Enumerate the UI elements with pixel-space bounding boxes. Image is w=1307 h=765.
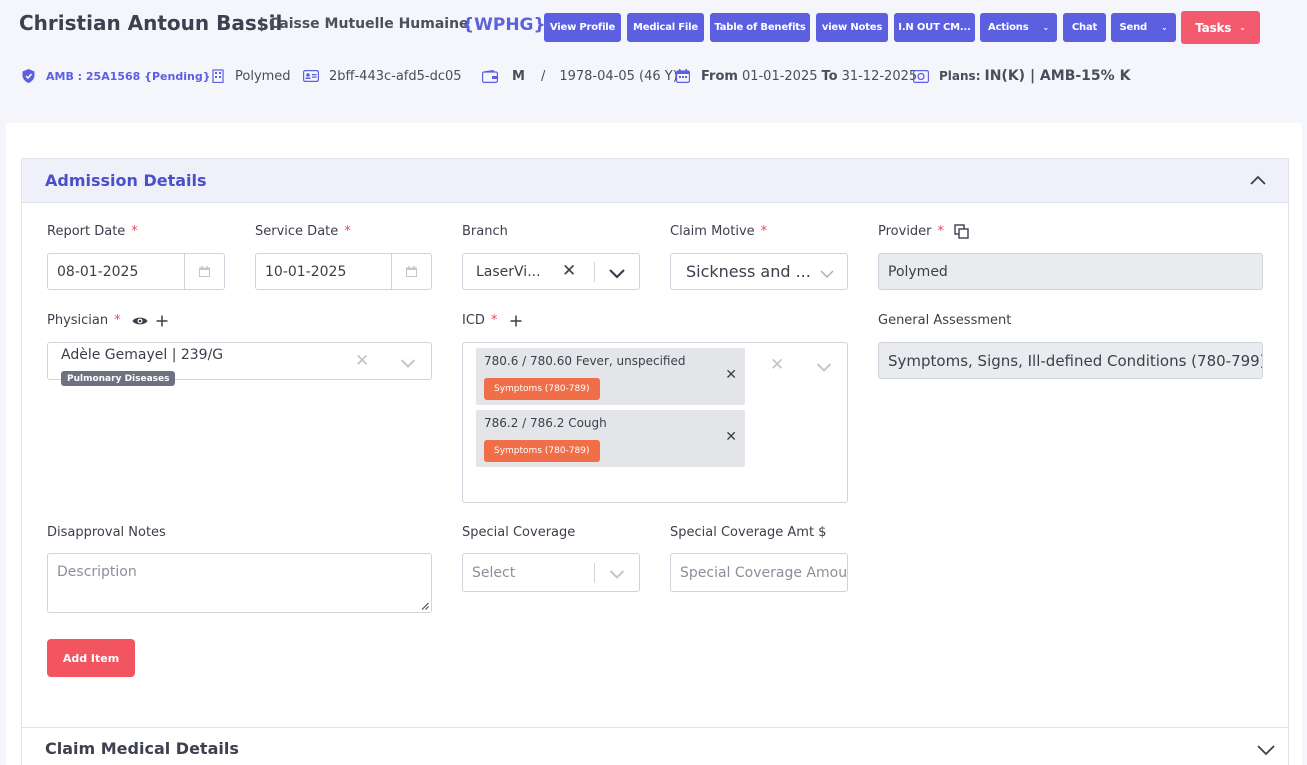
actions-button[interactable]: Actions ⌄ [980, 13, 1057, 42]
chat-button[interactable]: Chat [1063, 13, 1106, 42]
chevron-down-icon[interactable] [609, 265, 625, 281]
claim-medical-details-title[interactable]: Claim Medical Details [45, 739, 239, 758]
disapproval-notes-label: Disapproval Notes [47, 525, 166, 540]
shield-icon [19, 69, 37, 83]
amb-status: AMB : 25A1568 {Pending} [19, 66, 211, 86]
insurer-name: | Caisse Mutuelle Humaine [259, 16, 469, 32]
chevron-down-icon: ⌄ [1042, 23, 1049, 32]
resize-handle-icon[interactable] [421, 602, 429, 610]
tasks-button[interactable]: Tasks ⌄ [1181, 11, 1260, 44]
icd-chip: 780.6 / 780.60 Fever, unspecified Sympto… [476, 348, 745, 405]
general-assessment-input: Symptoms, Signs, Ill-defined Conditions … [878, 342, 1263, 379]
building-icon [209, 69, 227, 83]
patient-info-row: AMB : 25A1568 {Pending} Polymed 2bff-443… [19, 66, 1219, 86]
in-out-button[interactable]: I.N OUT CM... [894, 13, 975, 42]
add-item-button[interactable]: Add Item [47, 639, 135, 677]
icd-multiselect[interactable]: 780.6 / 780.60 Fever, unspecified Sympto… [462, 342, 848, 503]
report-date-input[interactable]: 08-01-2025 [47, 253, 225, 290]
actions-label: Actions [988, 22, 1029, 33]
calendar-icon[interactable] [391, 254, 431, 289]
special-coverage-select[interactable]: Select [462, 553, 640, 592]
send-label: Send [1119, 22, 1148, 33]
specialty-badge: Pulmonary Diseases [61, 371, 176, 386]
id-card-icon [302, 70, 320, 82]
branch-label: Branch [462, 224, 508, 239]
tasks-label: Tasks [1195, 20, 1232, 35]
chevron-down-icon[interactable] [400, 355, 416, 371]
chevron-down-icon[interactable] [816, 359, 832, 375]
icd-category-tag: Symptoms (780-789) [484, 378, 600, 400]
clear-icon[interactable]: ✕ [355, 351, 369, 371]
special-coverage-label: Special Coverage [462, 525, 576, 540]
plus-icon[interactable] [510, 315, 522, 327]
copy-icon[interactable] [954, 224, 969, 239]
insurer-code: {WPHG} [462, 15, 546, 35]
chevron-down-icon[interactable] [609, 566, 625, 582]
branch-select[interactable]: LaserVi... ✕ [462, 253, 640, 290]
provider-input: Polymed [878, 253, 1263, 290]
send-button[interactable]: Send ⌄ [1111, 13, 1176, 42]
claim-motive-select[interactable]: Sickness and ... [670, 253, 848, 290]
eye-icon[interactable] [132, 315, 148, 327]
provider-label: Provider * [878, 224, 969, 239]
medical-file-button[interactable]: Medical File [627, 13, 704, 42]
remove-icon[interactable]: ✕ [725, 429, 737, 445]
physician-label: Physician * [47, 313, 168, 328]
provider-info: Polymed [209, 66, 291, 86]
plans-info: Plans: IN(K) | AMB-15% K [912, 66, 1130, 86]
clear-icon[interactable]: ✕ [562, 261, 576, 281]
gender-dob-info: M / 1978-04-05 (46 Y) [481, 66, 678, 86]
calendar-icon[interactable] [184, 254, 224, 289]
chevron-up-icon[interactable] [1250, 173, 1266, 189]
service-date-input[interactable]: 10-01-2025 [255, 253, 432, 290]
remove-icon[interactable]: ✕ [725, 367, 737, 383]
coverage-period-info: From 01-01-2025 To 31-12-2025 [674, 66, 917, 86]
chevron-down-icon: ⌄ [1160, 23, 1168, 32]
admission-details-header[interactable]: Admission Details [22, 159, 1288, 203]
claim-motive-label: Claim Motive * [670, 224, 768, 239]
general-assessment-label: General Assessment [878, 313, 1012, 328]
service-date-label: Service Date * [255, 224, 351, 239]
icd-chip: 786.2 / 786.2 Cough Symptoms (780-789) ✕ [476, 410, 745, 467]
special-coverage-amt-label: Special Coverage Amt $ [670, 525, 827, 540]
view-notes-button[interactable]: view Notes [816, 13, 888, 42]
chevron-down-icon[interactable] [819, 266, 835, 282]
icd-category-tag: Symptoms (780-789) [484, 440, 600, 462]
table-of-benefits-button[interactable]: Table of Benefits [710, 13, 810, 42]
admission-details-title: Admission Details [45, 171, 207, 190]
chevron-down-icon[interactable] [1257, 742, 1275, 758]
chevron-down-icon: ⌄ [1239, 23, 1246, 32]
patient-name: Christian Antoun Bassil [19, 11, 283, 35]
money-icon [912, 69, 930, 83]
plus-icon[interactable] [156, 315, 168, 327]
calendar-icon [674, 69, 692, 83]
patient-header: Christian Antoun Bassil | Caisse Mutuell… [0, 0, 1307, 122]
wallet-icon [481, 69, 499, 83]
view-profile-button[interactable]: View Profile [544, 13, 621, 42]
card-id-info: 2bff-443c-afd5-dc05 [302, 66, 462, 86]
disapproval-notes-textarea[interactable]: Description [47, 553, 432, 613]
report-date-label: Report Date * [47, 224, 138, 239]
icd-label: ICD * [462, 313, 522, 328]
clear-icon[interactable]: ✕ [770, 355, 784, 375]
special-coverage-amount-input[interactable]: Special Coverage Amount [670, 553, 848, 592]
